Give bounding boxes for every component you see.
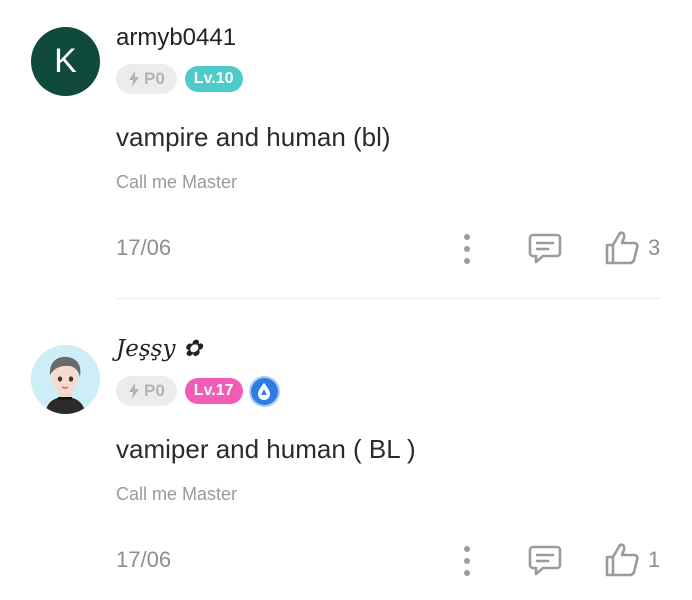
avatar-illustration	[31, 345, 100, 414]
more-vertical-icon[interactable]	[454, 231, 480, 267]
like-count: 1	[648, 547, 661, 572]
comment-icon[interactable]	[527, 230, 563, 266]
like-count: 3	[648, 235, 661, 260]
level-badge: Lv.10	[184, 66, 243, 92]
more-vertical-icon[interactable]	[454, 543, 480, 579]
user-badges: P0 Lv.17	[116, 376, 278, 406]
comment-icon[interactable]	[527, 542, 563, 578]
comment-actions: 1	[0, 541, 692, 581]
points-label: P0	[144, 381, 165, 400]
comment-title: vamiper and human ( BL )	[116, 434, 416, 464]
avatar-letter: K	[54, 42, 77, 80]
comment-actions: 3	[0, 229, 692, 269]
comment-subtitle: Call me Master	[116, 172, 238, 192]
points-badge: P0	[116, 376, 177, 406]
avatar[interactable]	[31, 345, 100, 414]
lightning-icon	[129, 71, 139, 87]
points-label: P0	[144, 69, 165, 88]
comment-item: Jeşşy ✿ P0 Lv.17 vamiper and human ( BL …	[0, 312, 692, 600]
user-badges: P0 Lv.10	[116, 64, 243, 94]
thumbs-up-icon[interactable]	[603, 541, 641, 579]
username[interactable]: armyb0441	[116, 24, 236, 52]
comment-title: vampire and human (bl)	[116, 122, 391, 152]
lightning-icon	[129, 383, 139, 399]
avatar[interactable]: K	[31, 27, 100, 96]
thumbs-up-icon[interactable]	[603, 229, 641, 267]
level-badge: Lv.17	[184, 378, 243, 404]
username[interactable]: Jeşşy ✿	[116, 336, 202, 362]
drop-badge-icon	[250, 377, 278, 405]
points-badge: P0	[116, 64, 177, 94]
comment-item: K armyb0441 P0 Lv.10 vampire and human (…	[0, 0, 692, 300]
comment-subtitle: Call me Master	[116, 484, 238, 504]
divider	[116, 298, 661, 299]
